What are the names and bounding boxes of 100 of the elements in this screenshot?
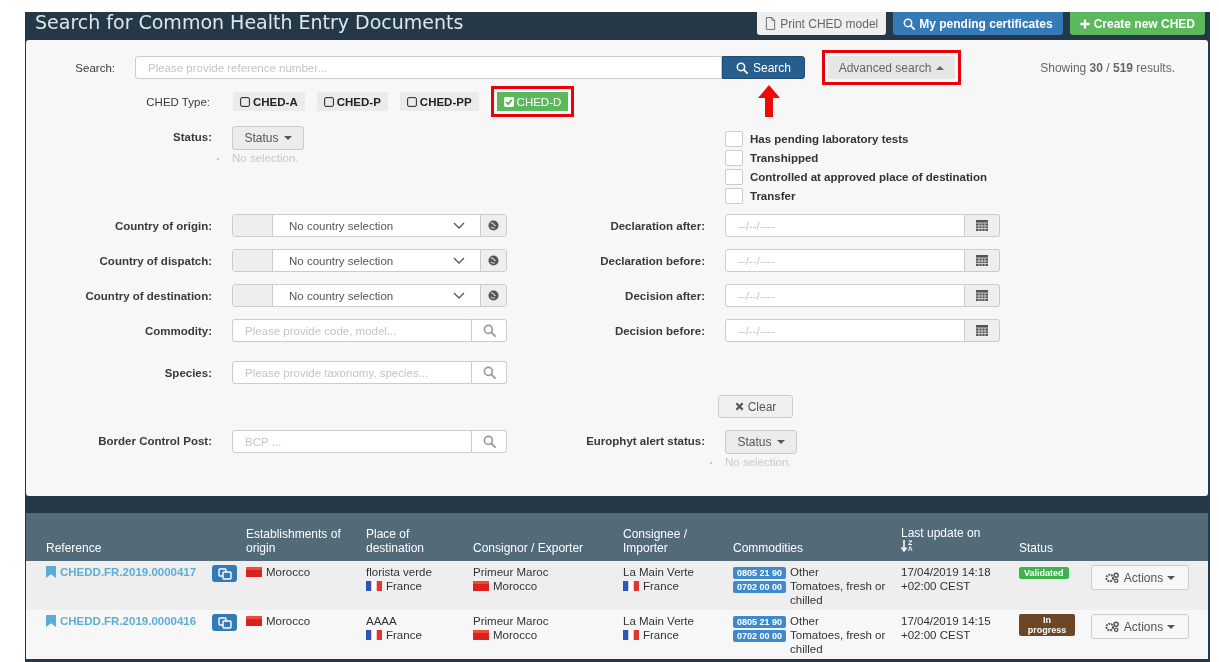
- document-icon: [765, 17, 777, 30]
- checkbox[interactable]: [725, 150, 743, 166]
- ched-type-toggle[interactable]: CHED-PP: [399, 92, 479, 111]
- field-label: Country of origin:: [113, 219, 212, 232]
- country-name: Morocco: [266, 614, 311, 628]
- ched-type-toggle[interactable]: CHED-P: [316, 92, 388, 111]
- plus-icon: [1079, 18, 1090, 29]
- column-header: Commodities: [733, 541, 804, 555]
- checkbox[interactable]: [725, 169, 743, 185]
- column-header: Last update on: [901, 526, 981, 540]
- flag-icon: [246, 567, 262, 577]
- gears-icon: [1104, 572, 1120, 583]
- calendar-button[interactable]: [965, 284, 1000, 307]
- search-field[interactable]: Please provide reference number...: [135, 56, 722, 79]
- pending-certificates-button[interactable]: My pending certificates: [893, 12, 1063, 35]
- checkbox[interactable]: [725, 131, 743, 147]
- status-badge: Validated: [1019, 567, 1069, 579]
- checkbox-label: Transhipped: [750, 152, 819, 164]
- commodity-description: Other: [790, 614, 819, 628]
- input-field[interactable]: Please provide taxonomy, species...: [232, 361, 472, 384]
- consignor-name: Primeur Maroc: [473, 614, 550, 628]
- consignee-name: La Main Verte: [623, 614, 695, 628]
- country-name: Morocco: [493, 628, 538, 642]
- country-name: Morocco: [266, 565, 311, 579]
- actions-dropdown[interactable]: Actions: [1091, 614, 1189, 639]
- calendar-icon: [976, 325, 988, 336]
- checkbox-icon: [406, 96, 417, 107]
- column-header: Consignee / Importer: [623, 527, 688, 555]
- search-button[interactable]: Search: [722, 56, 805, 79]
- field-label: Border Control Post:: [97, 435, 212, 447]
- column-header: Status: [1019, 541, 1054, 555]
- search-button[interactable]: [472, 319, 507, 342]
- search-label: Search:: [74, 61, 115, 74]
- search-icon: [482, 324, 496, 337]
- gears-icon: [1104, 621, 1120, 632]
- field-label: Species:: [163, 366, 212, 379]
- calendar-button[interactable]: [965, 214, 1000, 237]
- page-title: Search for Common Health Entry Documents: [35, 12, 464, 32]
- copy-button[interactable]: [212, 614, 237, 631]
- calendar-icon: [976, 290, 988, 301]
- field-label: Decision before:: [613, 324, 705, 337]
- copy-icon: [217, 616, 232, 629]
- copy-button[interactable]: [212, 565, 237, 582]
- checkbox[interactable]: [725, 188, 743, 204]
- flag-icon: [473, 581, 489, 591]
- country-name: France: [386, 628, 422, 642]
- copy-icon: [217, 567, 232, 580]
- field-label: Declaration after:: [609, 219, 705, 232]
- column-header: Consignor / Exporter: [473, 541, 584, 555]
- status-dropdown[interactable]: Status: [232, 126, 304, 150]
- flag-icon: [246, 616, 262, 626]
- input-field[interactable]: Please provide code, model...: [232, 319, 472, 342]
- clear-button[interactable]: Clear: [718, 395, 793, 418]
- search-button[interactable]: [472, 430, 507, 453]
- bookmark-icon: [46, 566, 56, 578]
- checkbox-label: Has pending laboratory tests: [750, 133, 909, 145]
- status-badge: In progress: [1019, 614, 1075, 636]
- flag-icon: [366, 581, 382, 591]
- column-header: Reference: [46, 541, 102, 555]
- checkbox-icon: [240, 96, 250, 107]
- date-field[interactable]: --/--/----: [725, 319, 965, 342]
- flag-icon: [623, 581, 639, 591]
- commodity-description: Other: [790, 565, 819, 579]
- calendar-button[interactable]: [965, 249, 1000, 272]
- calendar-icon: [976, 255, 988, 266]
- commodity-code: 0702 00 00: [733, 581, 787, 593]
- search-icon: [736, 61, 748, 74]
- actions-dropdown[interactable]: Actions: [1091, 565, 1189, 590]
- country-name: France: [386, 579, 422, 593]
- date-field[interactable]: --/--/----: [725, 249, 965, 272]
- flag-icon: [623, 630, 639, 640]
- country-name: France: [643, 579, 679, 593]
- close-icon: [734, 402, 744, 411]
- input-field[interactable]: BCP ...: [232, 430, 472, 453]
- field-label: Commodity:: [143, 324, 212, 337]
- sort-icon: [901, 540, 913, 552]
- search-button[interactable]: [472, 361, 507, 384]
- ched-type-toggle[interactable]: CHED-A: [233, 92, 305, 111]
- search-icon: [903, 17, 916, 30]
- commodity-code: 0805 21 90: [733, 616, 787, 628]
- consignee-name: La Main Verte: [623, 565, 695, 579]
- flag-icon: [473, 630, 489, 640]
- bookmark-icon: [46, 615, 56, 627]
- print-button[interactable]: Print CHED model: [757, 12, 887, 35]
- column-header: Place of destination: [366, 527, 425, 555]
- field-label: Decision after:: [624, 289, 705, 302]
- checked-box-icon: [503, 96, 514, 107]
- calendar-button[interactable]: [965, 319, 1000, 342]
- status-dropdown[interactable]: Status: [725, 430, 797, 454]
- field-label: Country of destination:: [84, 289, 212, 302]
- consignor-name: Primeur Maroc: [473, 565, 550, 579]
- date-field[interactable]: --/--/----: [725, 214, 965, 237]
- field-label: Country of dispatch:: [98, 254, 212, 267]
- caret-icon: [776, 440, 785, 444]
- advanced-search-button[interactable]: Advanced search: [828, 56, 955, 79]
- commodity-description: Tomatoes, fresh or chilled: [790, 579, 887, 607]
- date-field[interactable]: --/--/----: [725, 284, 965, 307]
- results-count: Showing 30 / 519 results.: [1040, 60, 1175, 75]
- destination-name: florista verde: [366, 565, 433, 579]
- caret-icon: [1167, 575, 1176, 580]
